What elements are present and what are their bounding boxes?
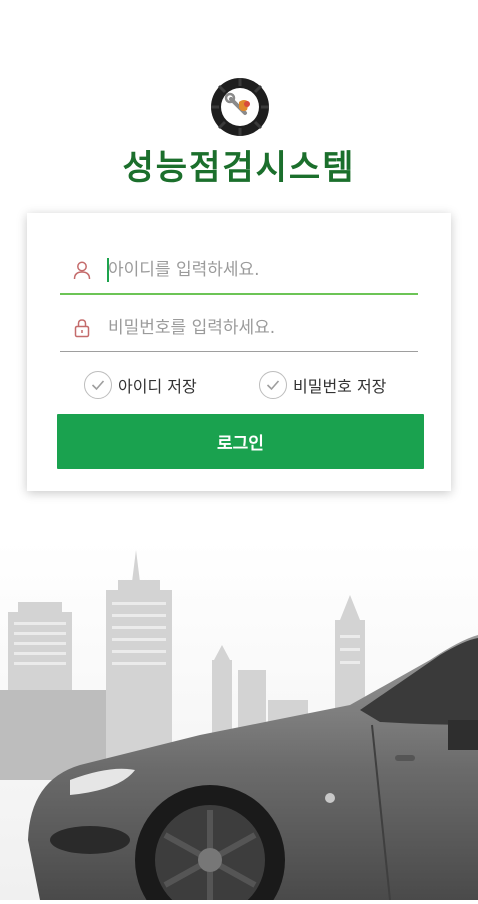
user-icon	[72, 260, 92, 280]
app-title: 성능점검시스템	[122, 148, 356, 188]
tire-logo-icon	[209, 76, 271, 138]
login-card: 아이디 저장 비밀번호 저장 로그인	[27, 213, 451, 491]
lock-icon	[72, 318, 92, 338]
save-password-checkbox[interactable]: 비밀번호 저장	[259, 368, 386, 402]
password-field	[60, 307, 418, 352]
save-password-label: 비밀번호 저장	[293, 377, 387, 396]
save-id-label: 아이디 저장	[118, 377, 197, 396]
login-button[interactable]: 로그인	[57, 414, 424, 469]
save-id-checkbox[interactable]: 아이디 저장	[84, 368, 197, 402]
checkmark-icon	[259, 371, 287, 399]
id-field	[60, 249, 418, 295]
checkmark-icon	[84, 371, 112, 399]
id-input[interactable]	[108, 249, 408, 291]
password-input[interactable]	[108, 307, 408, 349]
background-skyline-car-image	[0, 540, 478, 904]
